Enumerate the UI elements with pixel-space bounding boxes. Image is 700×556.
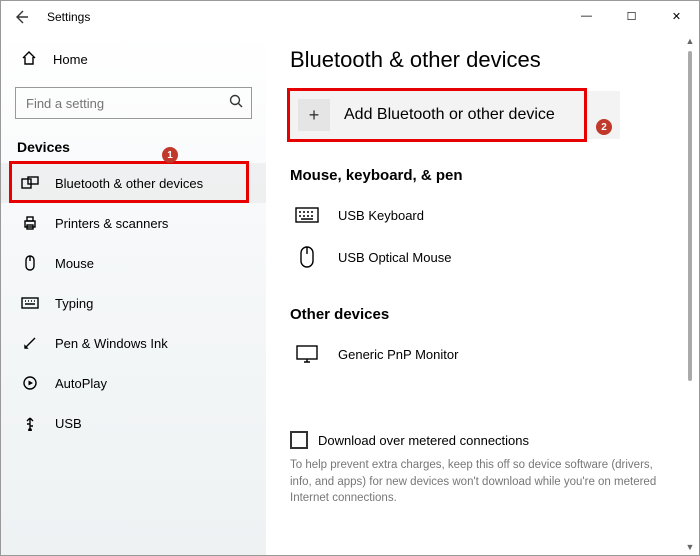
page-title: Bluetooth & other devices <box>290 47 699 73</box>
sidebar-item-printers[interactable]: Printers & scanners <box>1 203 266 243</box>
search-icon <box>228 93 244 114</box>
printer-icon <box>21 215 39 231</box>
keyboard-icon <box>21 297 39 309</box>
devices-icon <box>21 176 39 190</box>
mouse-icon <box>21 255 39 271</box>
sidebar-item-label: Pen & Windows Ink <box>55 336 168 351</box>
monitor-icon <box>294 344 320 364</box>
window-controls: — ☐ ✕ <box>564 1 699 31</box>
keyboard-icon <box>294 207 320 223</box>
metered-checkbox-row[interactable]: Download over metered connections <box>290 431 660 449</box>
scrollbar[interactable]: ▲ ▼ <box>683 33 697 555</box>
plus-icon: + <box>298 99 330 131</box>
device-name: Generic PnP Monitor <box>338 347 458 362</box>
window-title: Settings <box>47 10 90 24</box>
title-bar: Settings — ☐ ✕ <box>1 1 699 33</box>
device-name: USB Optical Mouse <box>338 250 451 265</box>
scroll-up-icon[interactable]: ▲ <box>686 33 695 49</box>
autoplay-icon <box>21 375 39 391</box>
arrow-left-icon <box>12 8 30 26</box>
section-title-devices: Devices <box>1 133 266 163</box>
device-name: USB Keyboard <box>338 208 424 223</box>
main-panel: Bluetooth & other devices + Add Bluetoot… <box>266 33 699 555</box>
sidebar-item-typing[interactable]: Typing <box>1 283 266 323</box>
sidebar-item-bluetooth[interactable]: Bluetooth & other devices <box>1 163 266 203</box>
mouse-icon <box>294 246 320 268</box>
sidebar-item-pen[interactable]: Pen & Windows Ink <box>1 323 266 363</box>
metered-section: Download over metered connections To hel… <box>290 431 660 507</box>
metered-label: Download over metered connections <box>318 433 529 448</box>
device-row[interactable]: Generic PnP Monitor <box>290 333 699 375</box>
search-wrap <box>15 87 252 119</box>
section-mouse-keyboard: Mouse, keyboard, & pen <box>290 167 699 184</box>
sidebar-item-label: Printers & scanners <box>55 216 168 231</box>
sidebar-item-label: Bluetooth & other devices <box>55 176 203 191</box>
scroll-thumb[interactable] <box>688 51 692 381</box>
add-device-label: Add Bluetooth or other device <box>344 106 555 124</box>
device-row[interactable]: USB Keyboard <box>290 194 699 236</box>
home-icon <box>21 50 37 69</box>
sidebar: Home Devices Bluetooth & other devices 1… <box>1 33 266 555</box>
sidebar-item-label: Mouse <box>55 256 94 271</box>
minimize-button[interactable]: — <box>564 1 609 31</box>
sidebar-item-mouse[interactable]: Mouse <box>1 243 266 283</box>
section-other-devices: Other devices <box>290 306 699 323</box>
usb-icon <box>21 415 39 431</box>
maximize-button[interactable]: ☐ <box>609 1 654 31</box>
sidebar-item-label: Typing <box>55 296 93 311</box>
sidebar-item-autoplay[interactable]: AutoPlay <box>1 363 266 403</box>
sidebar-item-label: USB <box>55 416 82 431</box>
sidebar-item-label: AutoPlay <box>55 376 107 391</box>
close-button[interactable]: ✕ <box>654 1 699 31</box>
sidebar-item-usb[interactable]: USB <box>1 403 266 443</box>
metered-help-text: To help prevent extra charges, keep this… <box>290 457 660 507</box>
home-nav[interactable]: Home <box>1 41 266 77</box>
scroll-down-icon[interactable]: ▼ <box>686 539 695 555</box>
back-button[interactable] <box>1 1 41 33</box>
home-label: Home <box>53 52 88 67</box>
search-input[interactable] <box>15 87 252 119</box>
checkbox-icon[interactable] <box>290 431 308 449</box>
device-row[interactable]: USB Optical Mouse <box>290 236 699 278</box>
add-device-button[interactable]: + Add Bluetooth or other device <box>290 91 620 139</box>
pen-icon <box>21 335 39 351</box>
